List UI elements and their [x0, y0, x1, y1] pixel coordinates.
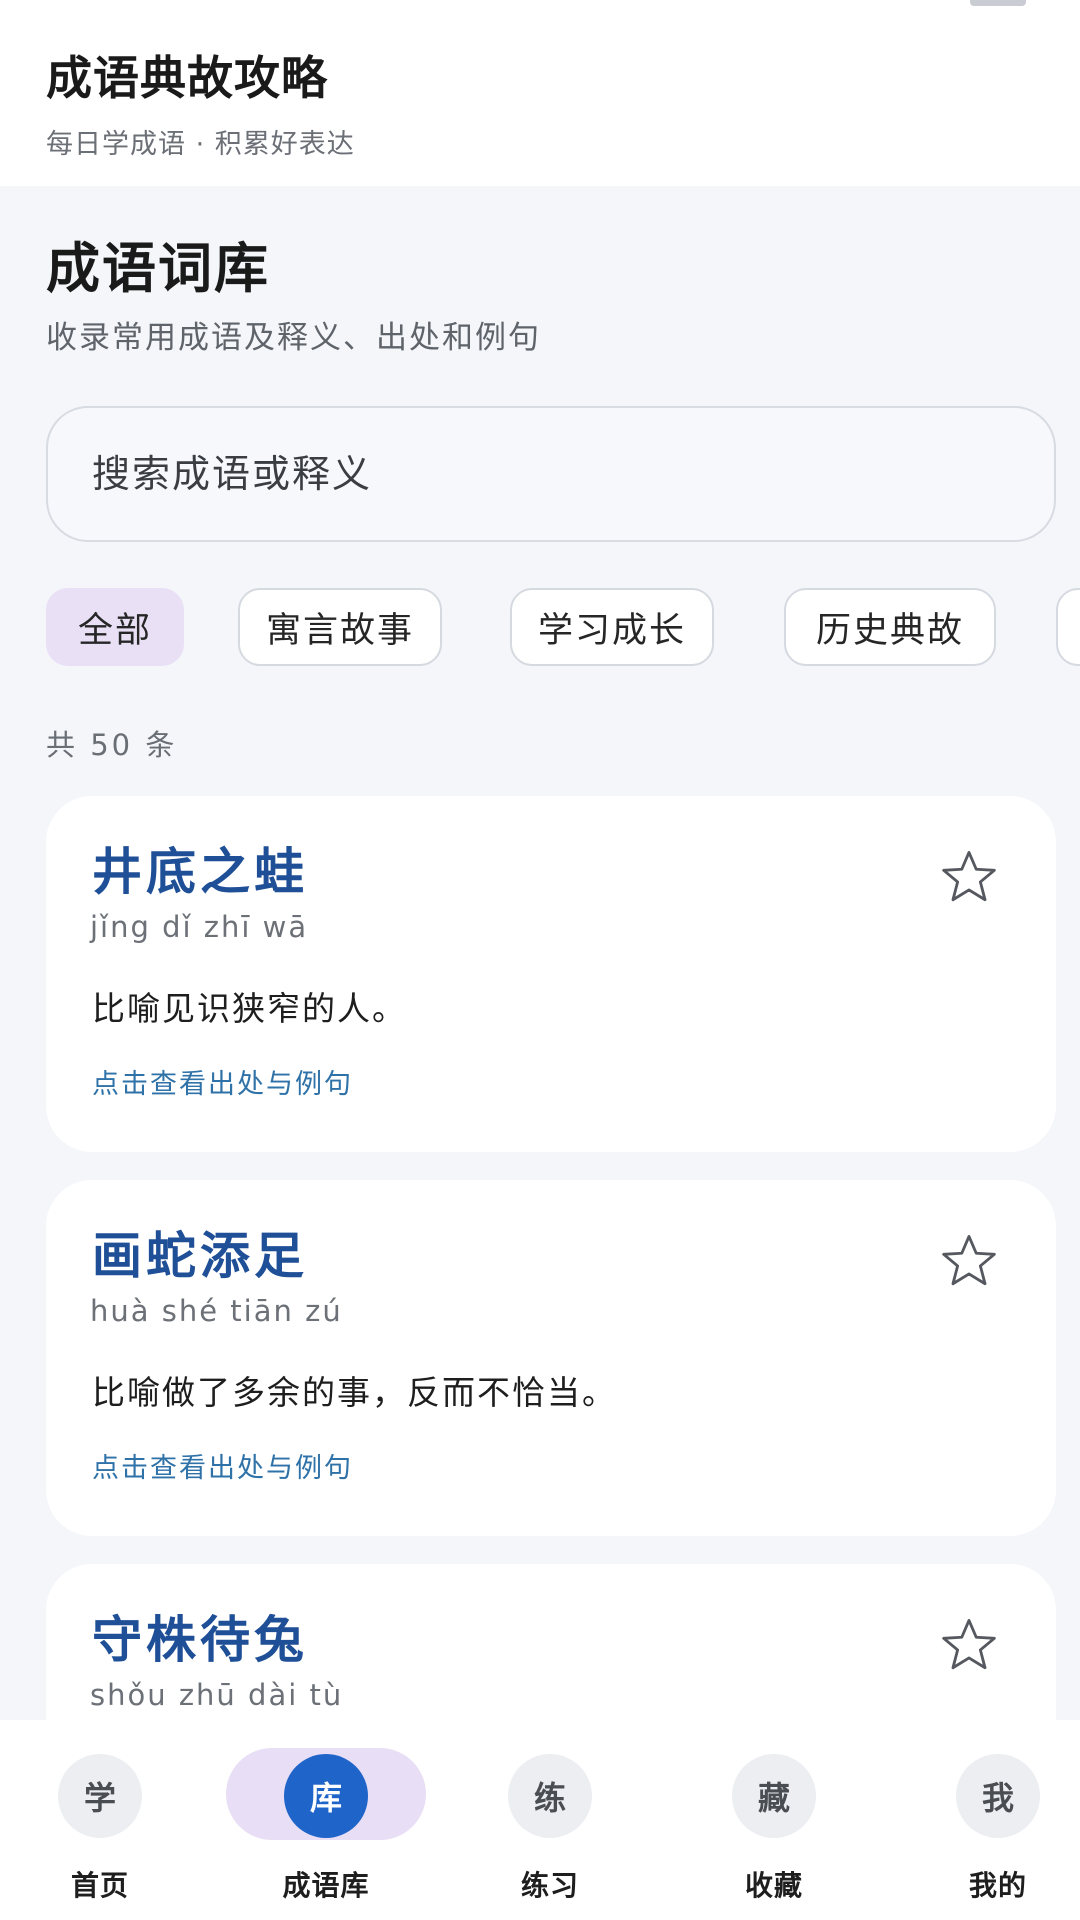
favorites-icon: 藏 — [732, 1754, 816, 1838]
app-bar: 成语典故攻略 每日学成语 · 积累好表达 — [0, 0, 1080, 186]
star-icon[interactable] — [938, 1614, 1000, 1676]
page-subtitle: 收录常用成语及释义、出处和例句 — [46, 320, 541, 356]
nav-practice[interactable]: 练 练习 — [450, 1720, 650, 1920]
nav-label: 首页 — [70, 1869, 129, 1902]
idiom-card[interactable]: 井底之蛙 jǐng dǐ zhī wā 比喻见识狭窄的人。 点击查看出处与例句 — [46, 796, 1056, 1152]
idiom-pinyin: shǒu zhū dài tù — [90, 1678, 344, 1712]
idiom-meaning: 比喻做了多余的事，反而不恰当。 — [92, 1373, 617, 1412]
view-details-link[interactable]: 点击查看出处与例句 — [92, 1446, 353, 1485]
idiom-pinyin: huà shé tiān zú — [90, 1294, 343, 1328]
chip-more[interactable] — [1056, 588, 1080, 666]
idiom-meaning: 比喻见识狭窄的人。 — [92, 989, 407, 1028]
chip-history[interactable]: 历史典故 — [784, 588, 996, 666]
bottom-nav: 学 首页 库 成语库 练 练习 藏 收藏 我 我的 — [0, 1720, 1080, 1920]
nav-profile[interactable]: 我 我的 — [898, 1720, 1080, 1920]
chip-all[interactable]: 全部 — [46, 588, 184, 666]
star-icon[interactable] — [938, 846, 1000, 908]
nav-favorites[interactable]: 藏 收藏 — [674, 1720, 874, 1920]
idiom-name: 井底之蛙 — [92, 843, 308, 901]
nav-label: 我的 — [968, 1869, 1027, 1902]
result-count: 共 50 条 — [46, 728, 178, 762]
nav-label: 练习 — [520, 1869, 579, 1902]
view-details-link[interactable]: 点击查看出处与例句 — [92, 1062, 353, 1101]
star-icon[interactable] — [938, 1230, 1000, 1292]
status-bar-battery-icon — [970, 0, 1026, 6]
nav-home[interactable]: 学 首页 — [0, 1720, 200, 1920]
nav-label: 收藏 — [744, 1869, 803, 1902]
home-icon: 学 — [58, 1754, 142, 1838]
practice-icon: 练 — [508, 1754, 592, 1838]
app-title: 成语典故攻略 — [46, 51, 328, 105]
chip-learning[interactable]: 学习成长 — [510, 588, 714, 666]
category-chips: 全部 寓言故事 学习成长 历史典故 — [46, 588, 1080, 668]
idiom-name: 画蛇添足 — [92, 1227, 308, 1285]
search-box[interactable] — [46, 406, 1056, 542]
profile-icon: 我 — [956, 1754, 1040, 1838]
nav-library[interactable]: 库 成语库 — [226, 1720, 456, 1920]
idiom-card[interactable]: 画蛇添足 huà shé tiān zú 比喻做了多余的事，反而不恰当。 点击查… — [46, 1180, 1056, 1536]
idiom-name: 守株待兔 — [92, 1611, 308, 1669]
chip-fables[interactable]: 寓言故事 — [238, 588, 442, 666]
nav-label: 成语库 — [282, 1869, 370, 1902]
search-input[interactable] — [92, 408, 992, 540]
page-title: 成语词库 — [46, 237, 270, 300]
idiom-pinyin: jǐng dǐ zhī wā — [90, 910, 309, 944]
library-icon: 库 — [284, 1754, 368, 1838]
app-subtitle: 每日学成语 · 积累好表达 — [46, 129, 355, 160]
